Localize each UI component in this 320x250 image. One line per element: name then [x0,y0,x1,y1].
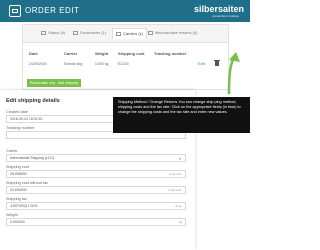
shipping-cost-field[interactable]: 26.998000 € tax incl. [6,170,186,178]
shipping-cost-suffix: € tax incl. [169,172,182,176]
shipping-cost-without-tax-label: Shipping cost without tax [6,181,49,185]
carrier-label: Carrier [6,149,18,153]
shipping-cost-label: Shipping cost [6,165,29,169]
truck-icon [116,31,121,36]
weight-field[interactable]: 0.000000 kg [6,218,186,226]
shipping-tax-field[interactable]: 4.507000|17.00% € tax [6,202,186,210]
cell-weight: 0.000 kg [95,62,109,66]
return-icon [148,30,153,35]
col-shipping-cost: Shipping cost [118,51,145,56]
col-date: Date [29,51,38,56]
brand-logo: silbersaiten [194,4,245,14]
tab-merchandise-returns[interactable]: Merchandise returns (0) [148,28,197,38]
tab-bar: Status (4) Documents (1) Carriers (1) Me… [23,25,228,43]
brand-subtitle: prestashop modules [212,14,240,18]
tab-carriers[interactable]: Carriers (1) [112,28,148,39]
tab-status[interactable]: Status (4) [41,28,65,38]
shipping-cost-without-tax-suffix: € tax excl. [168,188,182,192]
col-carrier: Carrier [64,51,78,56]
col-tracking-number: Tracking number [154,51,187,56]
shipping-cost-without-tax-field[interactable]: 22.694000 € tax excl. [6,186,186,194]
document-icon [73,30,78,35]
col-weight: Weight [95,51,109,56]
app-header: ORDER EDIT silbersaiten prestashop modul… [0,0,250,22]
cell-date: 24/09/2016 [29,62,47,66]
tracking-number-label: Tracking number [6,126,35,130]
created-date-label: Created date [6,110,28,114]
trash-icon[interactable] [214,60,220,66]
edit-shipping-link[interactable]: Edit [198,61,205,66]
help-tooltip: Shipping Method / Change Returns You can… [113,97,250,133]
tab-documents[interactable]: Documents (1) [73,28,106,38]
cell-shipping-cost: €13.50 [118,62,129,66]
app-title: ORDER EDIT [25,6,80,15]
modal-title: Edit shipping details [6,98,60,104]
status-icon [41,30,46,35]
carrier-select[interactable]: International Shipping (LCC) ▾ [6,154,186,162]
weight-suffix: kg [178,220,182,224]
chevron-down-icon: ▾ [179,157,181,161]
shipping-tax-suffix: € tax [175,204,182,208]
order-tabs-panel: Status (4) Documents (1) Carriers (1) Me… [22,24,229,90]
arrow-annotation-icon [227,52,240,95]
weight-label: Weight [6,213,18,217]
cell-carrier: Schnitz dog [64,62,83,66]
add-shipping-button[interactable]: Add shipping [55,79,82,87]
order-icon [9,5,21,17]
shipping-tax-label: Shipping tax [6,197,27,201]
